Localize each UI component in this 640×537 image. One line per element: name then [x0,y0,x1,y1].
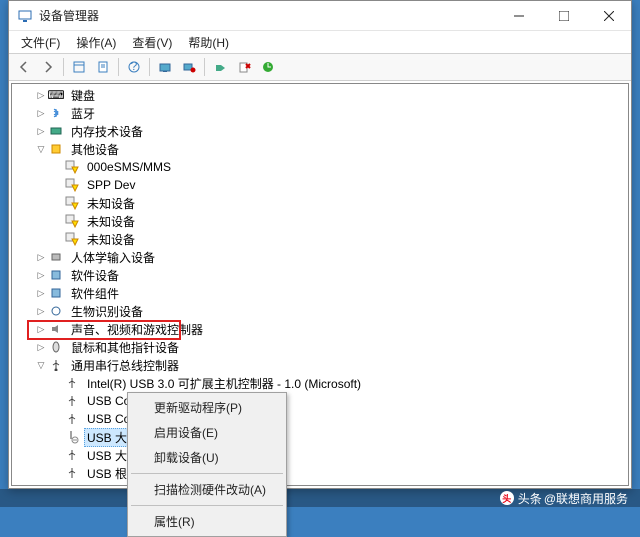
tree-node-usb-mass-storage[interactable]: USB 大容 [12,446,628,464]
toolbar-sep [63,58,64,76]
software-icon [48,267,64,283]
menubar: 文件(F) 操作(A) 查看(V) 帮助(H) [9,31,631,53]
expand-icon[interactable]: ▷ [34,250,48,264]
ctx-sep [131,505,283,506]
usb-controller-icon [64,411,80,427]
usb-controller-icon [64,447,80,463]
warning-device-icon [64,159,80,175]
usb-disabled-icon [64,429,80,445]
device-tree[interactable]: ▷⌨键盘 ▷蓝牙 ▷内存技术设备 ▽其他设备 000eSMS/MMS SPP D… [11,83,629,486]
expand-icon[interactable]: ▷ [34,88,48,102]
tree-node-usb-composite[interactable]: USB Composite Device [12,410,628,428]
expand-icon[interactable]: ▷ [34,106,48,120]
tree-node-software-comp[interactable]: ▷软件组件 [12,284,628,302]
ctx-scan-hardware[interactable]: 扫描检测硬件改动(A) [130,477,284,502]
tree-node-unknown[interactable]: 未知设备 [12,194,628,212]
tree-node-software-dev[interactable]: ▷软件设备 [12,266,628,284]
ctx-enable-device[interactable]: 启用设备(E) [130,420,284,445]
scan-hardware-button[interactable] [154,56,176,78]
tree-node-usb-generic[interactable]: 通用 U [12,482,628,486]
window-controls [496,1,631,30]
app-icon [17,8,33,24]
maximize-button[interactable] [541,1,586,30]
usb-icon [48,357,64,373]
warning-device-icon [64,213,80,229]
mouse-icon [48,339,64,355]
help-toolbar-button[interactable]: ? [123,56,145,78]
tree-node-unknown[interactable]: 未知设备 [12,230,628,248]
properties-toolbar-button[interactable] [92,56,114,78]
menu-file[interactable]: 文件(F) [13,32,68,53]
expand-icon[interactable]: ▷ [34,286,48,300]
expand-icon[interactable]: ▷ [34,340,48,354]
device-manager-window: 设备管理器 文件(F) 操作(A) 查看(V) 帮助(H) ? ▷⌨键盘 ▷蓝牙… [8,0,632,489]
tree-node-usb[interactable]: ▽通用串行总线控制器 [12,356,628,374]
tree-node-usb-root-hub[interactable]: USB 根集 [12,464,628,482]
usb-controller-icon [64,393,80,409]
expand-icon[interactable]: ▷ [34,304,48,318]
memory-icon [48,123,64,139]
tree-node-bluetooth[interactable]: ▷蓝牙 [12,104,628,122]
tree-node-usb-composite[interactable]: USB Composite Device [12,392,628,410]
menu-action[interactable]: 操作(A) [68,32,124,53]
toolbar-sep [118,58,119,76]
expand-icon[interactable]: ▷ [34,268,48,282]
menu-view[interactable]: 查看(V) [124,32,180,53]
bluetooth-icon [48,105,64,121]
tree-node-memory[interactable]: ▷内存技术设备 [12,122,628,140]
ctx-sep [131,473,283,474]
menu-help[interactable]: 帮助(H) [180,32,237,53]
context-menu: 更新驱动程序(P) 启用设备(E) 卸载设备(U) 扫描检测硬件改动(A) 属性… [127,392,287,537]
tree-node-mouse[interactable]: ▷鼠标和其他指针设备 [12,338,628,356]
tree-node-hid[interactable]: ▷人体学输入设备 [12,248,628,266]
footer-account: @联想商用服务 [544,490,628,507]
collapse-icon[interactable]: ▽ [34,358,48,372]
add-legacy-button[interactable] [178,56,200,78]
forward-button[interactable] [37,56,59,78]
toolbar-sep [149,58,150,76]
expand-icon[interactable]: ▷ [34,322,48,336]
biometric-icon [48,303,64,319]
tree-node-intel-usb[interactable]: Intel(R) USB 3.0 可扩展主机控制器 - 1.0 (Microso… [12,374,628,392]
ctx-properties[interactable]: 属性(R) [130,509,284,534]
tree-node-unknown[interactable]: 未知设备 [12,212,628,230]
toutiao-logo-icon: 头 [500,491,514,505]
show-hide-button[interactable] [68,56,90,78]
other-icon [48,141,64,157]
back-button[interactable] [13,56,35,78]
tree-node-sound[interactable]: ▷声音、视频和游戏控制器 [12,320,628,338]
minimize-button[interactable] [496,1,541,30]
tree-node-keyboard[interactable]: ▷⌨键盘 [12,86,628,104]
svg-text:?: ? [131,60,138,73]
titlebar: 设备管理器 [9,1,631,31]
enable-device-button[interactable] [209,56,231,78]
ctx-update-driver[interactable]: 更新驱动程序(P) [130,395,284,420]
ctx-uninstall-device[interactable]: 卸载设备(U) [130,445,284,470]
footer-brand: 头条 [518,490,542,507]
sound-icon [48,321,64,337]
warning-device-icon [64,231,80,247]
usb-controller-icon [64,465,80,481]
toolbar: ? [9,53,631,81]
tree-node-biometric[interactable]: ▷生物识别设备 [12,302,628,320]
close-button[interactable] [586,1,631,30]
expand-icon[interactable]: ▷ [34,124,48,138]
watermark-footer: 头 头条 @联想商用服务 [0,489,640,507]
component-icon [48,285,64,301]
hid-icon [48,249,64,265]
usb-controller-icon [64,375,80,391]
tree-node-spp[interactable]: SPP Dev [12,176,628,194]
toolbar-sep [204,58,205,76]
keyboard-icon: ⌨ [48,87,64,103]
warning-device-icon [64,195,80,211]
tree-node-sms[interactable]: 000eSMS/MMS [12,158,628,176]
tree-node-other[interactable]: ▽其他设备 [12,140,628,158]
tree-node-usb-mass-storage-disabled[interactable]: USB 大容 [12,428,628,446]
collapse-icon[interactable]: ▽ [34,142,48,156]
usb-controller-icon [64,483,80,486]
window-title: 设备管理器 [39,7,496,24]
warning-device-icon [64,177,80,193]
uninstall-button[interactable] [233,56,255,78]
update-driver-button[interactable] [257,56,279,78]
